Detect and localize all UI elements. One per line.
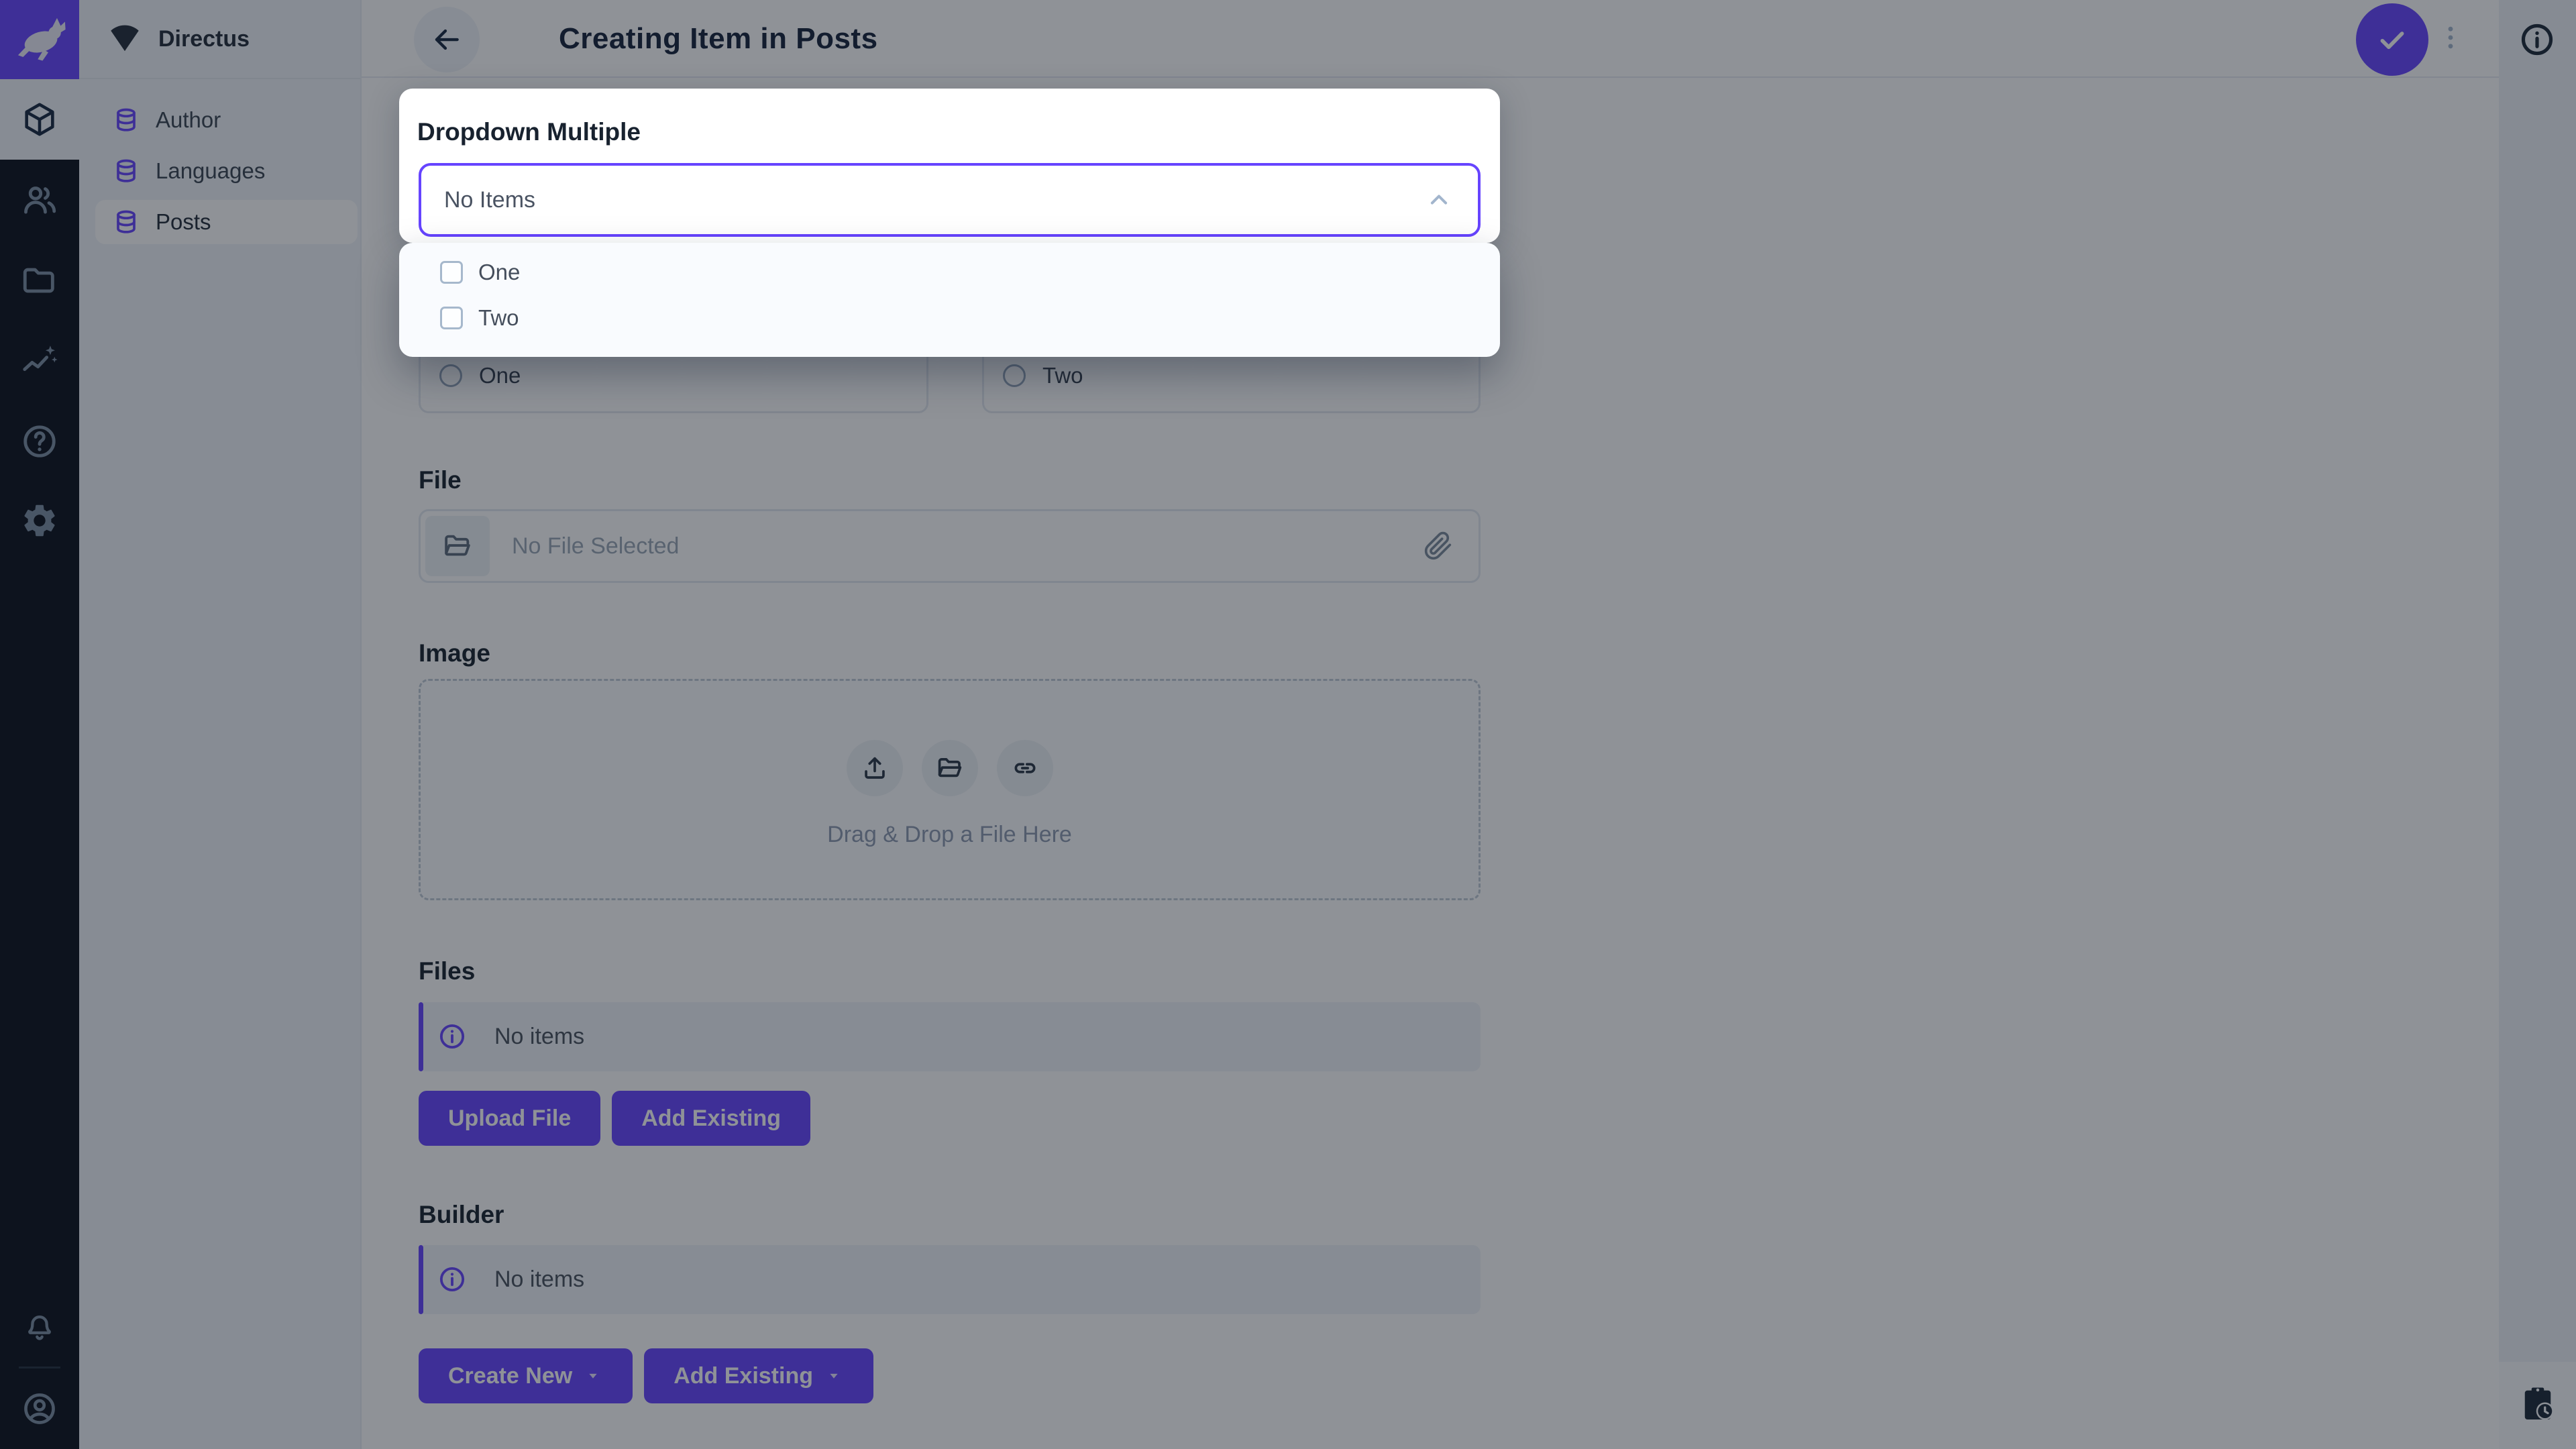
option-label: Two [478,305,519,330]
checkbox-icon[interactable] [440,307,463,329]
dropdown-field-card: Dropdown Multiple No Items [399,89,1500,243]
dropdown-multiple-select[interactable]: No Items [419,163,1481,237]
dropdown-options-menu: One Two [399,243,1500,357]
option-label: One [478,260,521,284]
dropdown-multiple-modal: Dropdown Multiple No Items One Two [399,89,1500,357]
dropdown-field-label: Dropdown Multiple [417,118,641,146]
option-one[interactable]: One [399,250,1500,295]
chevron-up-icon [1424,185,1454,215]
select-value: No Items [444,186,536,213]
option-two[interactable]: Two [399,295,1500,341]
checkbox-icon[interactable] [440,261,463,284]
